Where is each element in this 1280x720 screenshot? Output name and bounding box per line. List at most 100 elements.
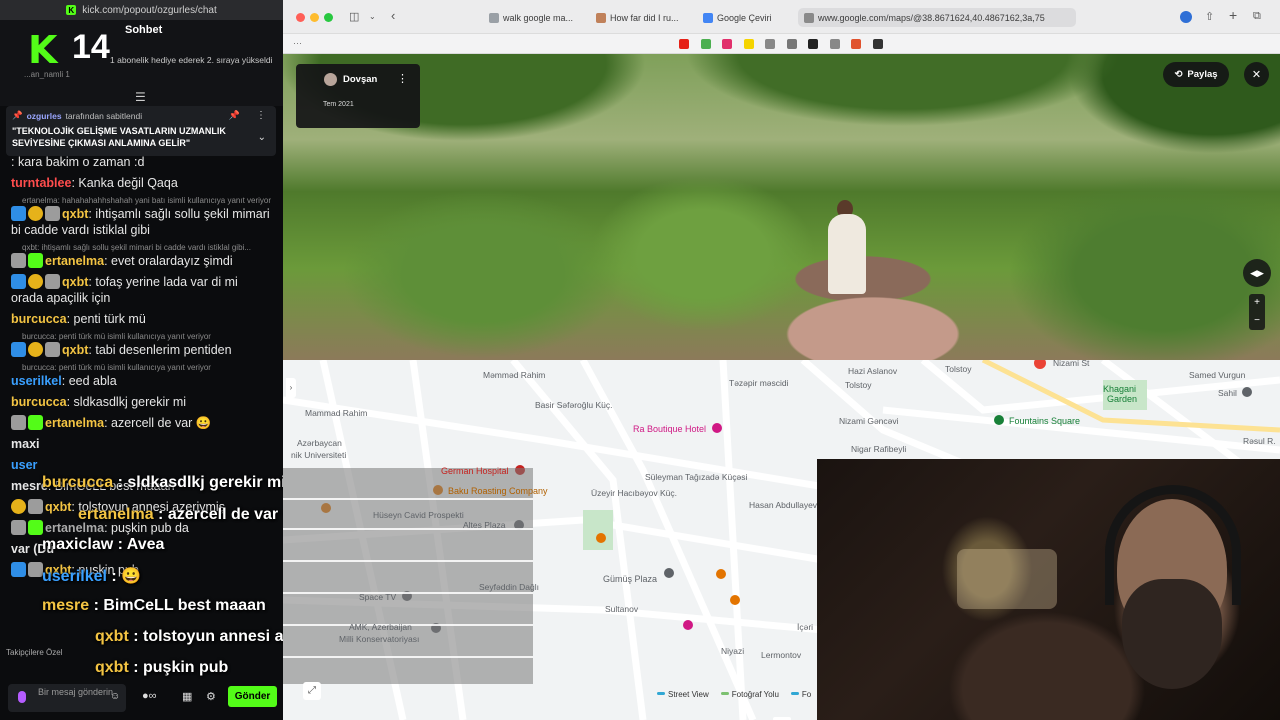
store-icon[interactable]: ▦: [182, 690, 192, 703]
share-icon[interactable]: ⇧: [1205, 10, 1214, 23]
zoom-control[interactable]: + −: [1249, 294, 1265, 330]
chat-username[interactable]: burcucca: [11, 312, 67, 326]
chat-username[interactable]: turntablee: [11, 176, 71, 190]
gold-badge-icon: [28, 274, 43, 289]
bookmark-icon[interactable]: [765, 39, 775, 49]
compass-icon[interactable]: ◀▶: [1243, 259, 1271, 287]
pin-more-icon[interactable]: ⋮: [256, 110, 266, 121]
expand-panel-icon[interactable]: ›: [286, 378, 296, 398]
share-icon: ⟲: [1174, 69, 1183, 80]
green-badge-icon: [28, 253, 43, 268]
map-poi-label[interactable]: Gümüş Plaza: [603, 574, 657, 584]
chat-username[interactable]: burcucca: [11, 395, 67, 409]
maximize-window-icon[interactable]: [324, 13, 333, 22]
collapse-icon[interactable]: ☰: [135, 90, 149, 104]
map-poi-label[interactable]: German Hospital: [441, 466, 509, 476]
emoji-icon[interactable]: ☺: [110, 691, 120, 702]
grey-badge-icon: [11, 415, 26, 430]
street-view-panorama[interactable]: Dovşan ⋮ Tem 2021 ⟲ Paylaş ✕ ◀▶ + −: [283, 54, 1280, 360]
bookmark-icon[interactable]: [743, 39, 754, 49]
legend-item[interactable]: Fotoğraf Yolu: [720, 690, 779, 699]
bookmark-icon[interactable]: [786, 39, 797, 49]
overlay-username: qxbt: [95, 628, 129, 645]
kick-favicon-icon: K: [66, 5, 77, 15]
map-poi-label[interactable]: Baku Roasting Company: [448, 486, 548, 496]
gold-badge-icon: [28, 342, 43, 357]
overlay-text: : azercell de var 😀: [153, 506, 303, 523]
overlay-username: maxiclaw: [42, 536, 114, 553]
share-button[interactable]: ⟲ Paylaş: [1163, 62, 1229, 87]
bookmark-icon[interactable]: [700, 39, 711, 49]
back-icon[interactable]: ‹: [391, 8, 395, 23]
fullscreen-icon[interactable]: ⤢: [303, 682, 321, 700]
send-button[interactable]: Gönder: [228, 686, 277, 707]
map-street-label: nik Universiteti: [291, 450, 347, 460]
browser-tab[interactable]: walk google ma...: [483, 8, 583, 27]
close-icon[interactable]: ✕: [1244, 62, 1269, 87]
chat-username[interactable]: user: [11, 458, 37, 472]
separator: :: [61, 374, 69, 388]
zoom-in-icon[interactable]: +: [1249, 294, 1265, 312]
map-street-label: Nizami Gəncəvi: [839, 416, 899, 426]
browser-tab[interactable]: How far did I ru...: [590, 8, 690, 27]
map-poi-label[interactable]: Khagani: [1103, 384, 1136, 394]
overlay-username: ertanelma: [78, 506, 154, 523]
legend-label: Street View: [668, 690, 709, 699]
legend-label: Fo: [801, 690, 812, 699]
close-window-icon[interactable]: [296, 13, 305, 22]
author-name[interactable]: Dovşan: [343, 74, 377, 85]
overlay-username: burcucca: [42, 474, 114, 491]
bookmark-icon[interactable]: [829, 39, 840, 49]
new-tab-icon[interactable]: +: [1229, 7, 1237, 23]
map-poi-label[interactable]: Fountains Square: [1009, 416, 1080, 426]
chat-input-bar: Takipçilere Özel Bir mesaj gönderin ☺ ●∞…: [0, 648, 283, 720]
grey-badge-icon: [11, 520, 26, 535]
chat-username[interactable]: userilkel: [11, 374, 62, 388]
bookmark-icon[interactable]: [722, 39, 732, 49]
chevron-down-icon[interactable]: ⌄: [369, 12, 376, 21]
legend-item[interactable]: Street View: [657, 690, 709, 699]
map-poi-label[interactable]: Garden: [1107, 394, 1137, 404]
legend-item[interactable]: Fo: [790, 690, 812, 699]
chat-username[interactable]: ertanelma: [45, 254, 104, 268]
chat-username[interactable]: qxbt: [62, 275, 88, 289]
zoom-out-icon[interactable]: −: [1249, 312, 1265, 330]
bookmark-icon[interactable]: [679, 39, 689, 49]
chat-username[interactable]: maxi: [11, 437, 40, 451]
chat-text: penti türk mü: [73, 312, 146, 326]
profile-icon[interactable]: [1180, 11, 1192, 23]
pin-icon[interactable]: 📌: [229, 110, 240, 121]
mic-icon[interactable]: [18, 691, 26, 703]
map-poi-label[interactable]: Ra Boutique Hotel: [633, 424, 706, 434]
tab-overview-icon[interactable]: ⧉: [1253, 10, 1261, 23]
pinned-message[interactable]: 📌 ozgurles tarafından sabitlendi "TEKNOL…: [6, 106, 276, 156]
browser-tab[interactable]: www.google.com/maps/@38.8671624,40.48671…: [798, 8, 1076, 27]
bookmark-icon[interactable]: [872, 39, 883, 49]
browser-tab[interactable]: Google Çeviri: [697, 8, 793, 27]
bookmark-icon[interactable]: [808, 39, 818, 49]
map-street-label: Nizami St: [1053, 360, 1090, 368]
pin-chevron-down-icon[interactable]: ⌄: [258, 132, 266, 143]
grey-badge-icon: [11, 253, 26, 268]
chat-username[interactable]: qxbt: [45, 500, 71, 514]
more-options-icon[interactable]: ⋮: [397, 72, 408, 85]
chat-text: eed abla: [68, 374, 117, 388]
chat-username[interactable]: ertanelma: [45, 416, 104, 430]
settings-icon[interactable]: ⚙: [206, 690, 216, 703]
gift-notice: 1 abonelik hediye ederek 2. sıraya yükse…: [110, 55, 273, 65]
author-avatar: [324, 73, 337, 86]
sidebar-icon[interactable]: ◫: [349, 10, 359, 23]
chat-username[interactable]: qxbt: [62, 343, 88, 357]
infinity-icon[interactable]: ●∞: [142, 690, 157, 702]
map-street-label: Nigar Rafibeyli: [851, 444, 907, 454]
bookmark-icon[interactable]: [851, 39, 861, 49]
blue-badge-icon: [11, 342, 26, 357]
chat-text: kara bakim o zaman :d: [17, 155, 145, 169]
overlay-chat-message: burcucca : sldkasdlkj gerekir mi: [42, 474, 286, 492]
separator: :: [66, 395, 74, 409]
chat-text: Kanka değil Qaqa: [78, 176, 178, 190]
chat-username[interactable]: qxbt: [62, 207, 88, 221]
chat-message: qxbt: ihtişamlı sağlı sollu şekil mimari…: [0, 206, 283, 238]
apps-grid-icon[interactable]: ⋯: [293, 38, 302, 49]
minimize-window-icon[interactable]: [310, 13, 319, 22]
